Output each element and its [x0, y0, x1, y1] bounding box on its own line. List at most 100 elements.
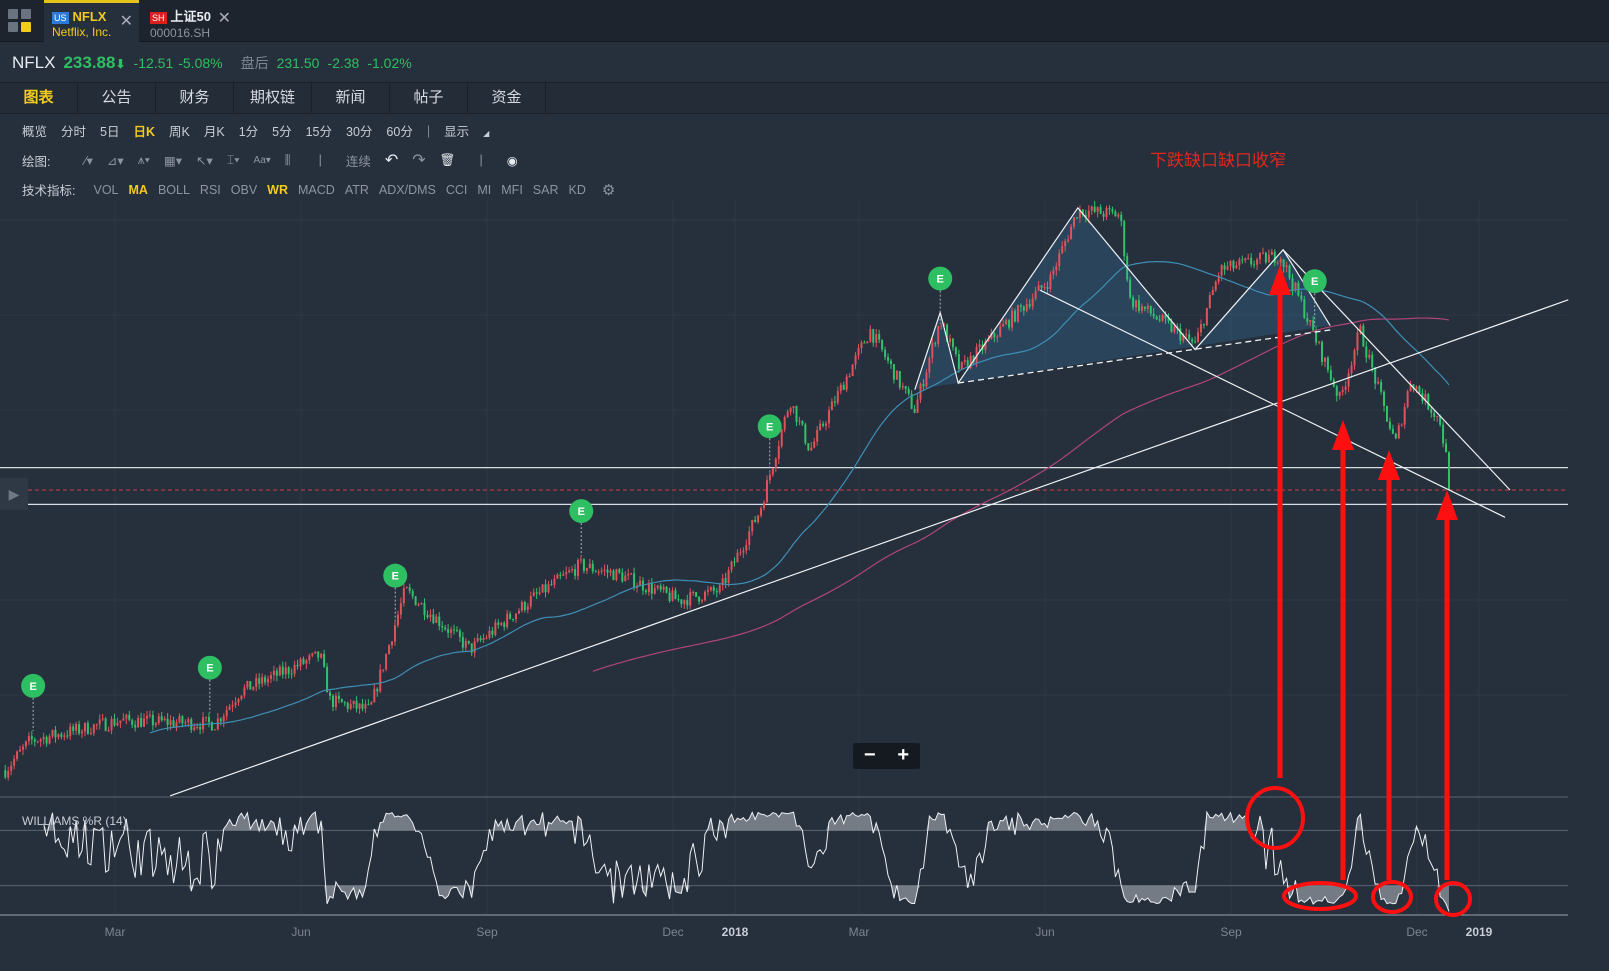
indicator-obv[interactable]: OBV — [231, 183, 257, 197]
after-hours-price: 231.50 — [276, 55, 320, 71]
candle-body — [399, 603, 402, 615]
close-icon[interactable]: ✕ — [120, 11, 133, 31]
line-tool-icon[interactable]: ⁄▾ — [84, 153, 92, 168]
candle-body — [385, 654, 388, 670]
measure-tool-icon[interactable]: ⌶▾ — [227, 153, 240, 168]
candle-body — [1208, 295, 1211, 308]
indicator-mfi[interactable]: MFI — [501, 183, 523, 197]
candle-body — [388, 645, 391, 655]
indicator-macd[interactable]: MACD — [298, 183, 335, 197]
tab-nflx[interactable]: US NFLX Netflix, Inc. ✕ — [44, 0, 139, 42]
period-5d[interactable]: 5日 — [100, 121, 119, 140]
close-icon[interactable]: ✕ — [218, 8, 231, 28]
candle-body — [196, 726, 199, 728]
arrow-tool-icon[interactable]: ↖▾ — [196, 153, 213, 168]
period-overview[interactable]: 概览 — [22, 121, 47, 140]
candle-body — [1019, 305, 1022, 307]
display-dropdown[interactable]: 显示 ◢ — [444, 121, 503, 140]
settings-gear-icon[interactable]: ⚙ — [602, 181, 615, 199]
period-monthly[interactable]: 月K — [204, 121, 225, 140]
continuous-toggle[interactable]: 连续 — [346, 151, 371, 170]
indicator-cci[interactable]: CCI — [446, 183, 468, 197]
period-weekly[interactable]: 周K — [169, 121, 190, 140]
candle-body — [1025, 304, 1028, 311]
zoom-out-button[interactable]: − — [853, 743, 887, 769]
period-60m[interactable]: 60分 — [386, 121, 412, 140]
trash-icon[interactable]: 🗑 — [440, 153, 456, 168]
chart-canvas[interactable]: E E E E E E E — [0, 0, 1609, 971]
indicator-wr[interactable]: WR — [267, 183, 288, 197]
indicator-atr[interactable]: ATR — [345, 183, 369, 197]
period-intraday[interactable]: 分时 — [61, 121, 86, 140]
candle-body — [160, 716, 163, 721]
candle-body — [1031, 298, 1034, 307]
text-tool-icon[interactable]: Aa▾ — [254, 155, 271, 166]
candle-body — [78, 724, 81, 734]
tab-sh50[interactable]: SH 上证50 000016.SH ✕ — [142, 0, 237, 42]
panel-toggle-handle[interactable]: ▶ — [0, 478, 28, 510]
indicator-vol[interactable]: VOL — [93, 183, 118, 197]
candle-body — [1347, 373, 1350, 387]
candle-body — [904, 386, 907, 389]
candle-body — [827, 410, 830, 424]
candle-body — [1447, 452, 1450, 490]
candle-body — [1430, 409, 1433, 413]
candle-body — [1380, 381, 1383, 392]
eye-icon[interactable]: ◉ — [507, 153, 518, 168]
period-15m[interactable]: 15分 — [306, 121, 332, 140]
candle-body — [615, 569, 618, 581]
candle-body — [949, 338, 952, 342]
candle-body — [777, 446, 780, 459]
tab-chart[interactable]: 图表 — [0, 83, 78, 113]
zoom-in-button[interactable]: + — [887, 743, 921, 769]
indicator-kd[interactable]: KD — [569, 183, 586, 197]
tab-capital[interactable]: 资金 — [468, 83, 546, 113]
indicator-ma[interactable]: MA — [129, 183, 148, 197]
tab-options-chain[interactable]: 期权链 — [234, 83, 312, 113]
period-5m[interactable]: 5分 — [272, 121, 291, 140]
candle-body — [1096, 207, 1099, 212]
candle-body — [45, 736, 48, 744]
candle-body — [650, 583, 653, 594]
candle-body — [804, 424, 807, 444]
candle-body — [562, 574, 565, 576]
candle-body — [1013, 310, 1016, 322]
candle-body — [1270, 251, 1273, 255]
period-1m[interactable]: 1分 — [239, 121, 258, 140]
tab-posts[interactable]: 帖子 — [390, 83, 468, 113]
candle-body — [1129, 279, 1132, 298]
candle-body — [1087, 210, 1090, 218]
indicator-sar[interactable]: SAR — [533, 183, 559, 197]
indicator-rsi[interactable]: RSI — [200, 183, 221, 197]
period-daily[interactable]: 日K — [133, 121, 155, 140]
undo-icon[interactable]: ↶ — [385, 150, 398, 170]
candle-body — [269, 675, 272, 679]
tab-financials[interactable]: 财务 — [156, 83, 234, 113]
indicator-adx[interactable]: ADX/DMS — [379, 183, 436, 197]
candle-body — [1356, 332, 1359, 351]
tab-news[interactable]: 新闻 — [312, 83, 390, 113]
candle-body — [19, 749, 22, 752]
candle-body — [653, 588, 656, 594]
fib-tool-icon[interactable]: ▦▾ — [164, 153, 182, 168]
pattern-tool-icon[interactable]: ⩚▾ — [138, 153, 150, 168]
candle-body — [101, 718, 104, 720]
candle-body — [774, 458, 777, 469]
candle-body — [529, 596, 532, 607]
candle-body — [411, 591, 414, 597]
candle-body — [337, 695, 340, 700]
bars-tool-icon[interactable]: ⫼ — [285, 153, 291, 168]
candle-body — [503, 622, 506, 628]
indicator-mi[interactable]: MI — [477, 183, 491, 197]
indicator-boll[interactable]: BOLL — [158, 183, 190, 197]
apps-grid-icon[interactable] — [8, 9, 34, 33]
period-30m[interactable]: 30分 — [346, 121, 372, 140]
candle-body — [839, 384, 842, 392]
redo-icon[interactable]: ↷ — [412, 150, 425, 170]
candle-body — [190, 719, 193, 730]
candle-body — [222, 716, 225, 722]
ray-tool-icon[interactable]: ⊿▾ — [107, 153, 124, 168]
candle-body — [1108, 208, 1111, 210]
tab-announcements[interactable]: 公告 — [78, 83, 156, 113]
candle-body — [901, 386, 904, 388]
